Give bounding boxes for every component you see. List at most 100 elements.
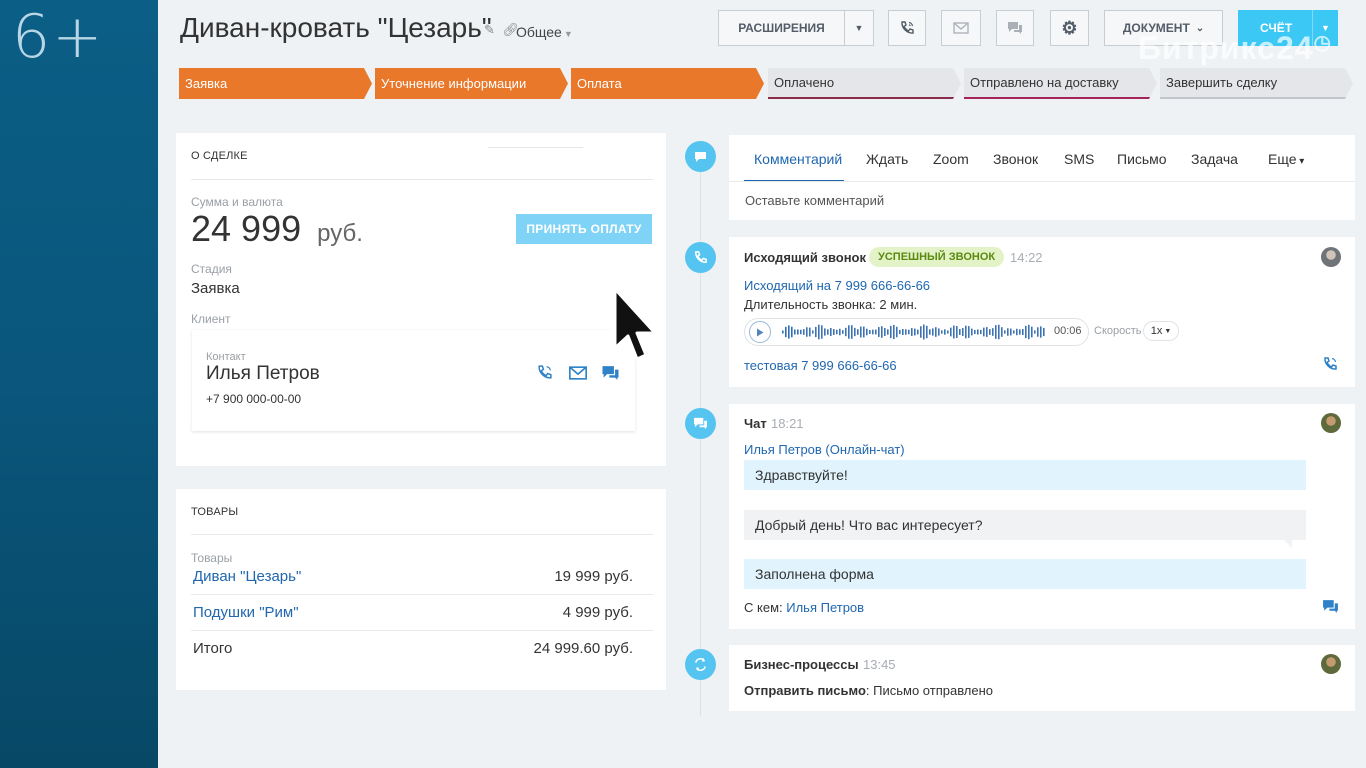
waveform-bar (878, 327, 880, 337)
stage-item[interactable]: Завершить сделку (1160, 68, 1353, 99)
waveform-bar (869, 330, 871, 334)
gear-icon: ⚙ (1061, 17, 1078, 38)
contact-call-icon[interactable] (536, 364, 553, 386)
tab-email[interactable]: Письмо (1117, 151, 1167, 167)
contact-chat-icon[interactable] (601, 365, 620, 386)
waveform-bar (881, 326, 883, 338)
waveform-bar (821, 325, 823, 339)
speed-selector[interactable]: 1x ▼ (1143, 321, 1179, 341)
waveform-bar (1040, 326, 1042, 338)
category-selector[interactable]: Общее ▼ (516, 24, 573, 40)
waveform-bar (860, 326, 862, 338)
tab-label: Комментарий (754, 151, 843, 167)
waveform-bar (872, 329, 874, 335)
audio-waveform[interactable] (782, 321, 1048, 343)
extensions-label: РАСШИРЕНИЯ (738, 21, 825, 35)
bp-time: 13:45 (863, 657, 896, 672)
stage-label: Стадия (191, 262, 232, 276)
product-name[interactable]: Диван "Цезарь" (193, 568, 301, 585)
tab-wait[interactable]: Ждать (866, 151, 908, 167)
divider (191, 179, 653, 180)
contact-name[interactable]: Илья Петров (206, 363, 320, 385)
stage-item[interactable]: Заявка (179, 68, 372, 99)
contact-phone: +7 900 000-00-00 (206, 392, 302, 406)
product-name[interactable]: Подушки "Рим" (193, 604, 299, 621)
bp-action-result: : Письмо отправлено (865, 683, 994, 698)
mouse-cursor-icon (613, 287, 657, 361)
settings-button[interactable]: ⚙ (1050, 10, 1089, 46)
bp-action: Отправить письмо: Письмо отправлено (744, 683, 993, 698)
waveform-bar (1037, 327, 1039, 337)
waveform-bar (947, 330, 949, 334)
stage-item[interactable]: Оплачено (768, 68, 961, 99)
goods-column-label: Товары (191, 551, 233, 565)
waveform-bar (1007, 328, 1009, 336)
avatar[interactable] (1321, 247, 1341, 267)
speed-label: Скорость (1094, 325, 1142, 337)
waveform-bar (800, 329, 802, 335)
age-rating-badge: 6+ (12, 2, 105, 72)
contact-email-icon[interactable] (568, 366, 588, 385)
extensions-button[interactable]: РАСШИРЕНИЯ (718, 10, 845, 46)
call-number-link[interactable]: Исходящий на 7 999 666-66-66 (744, 278, 930, 293)
stage-item[interactable]: Отправлено на доставку (964, 68, 1157, 99)
envelope-icon (953, 22, 969, 34)
comment-input[interactable]: Оставьте комментарий (745, 193, 884, 208)
play-button[interactable] (749, 321, 771, 343)
waveform-bar (815, 326, 817, 338)
call-button[interactable] (888, 10, 926, 46)
tab-task[interactable]: Задача (1191, 151, 1238, 167)
waveform-bar (1019, 329, 1021, 335)
avatar[interactable] (1321, 413, 1341, 433)
call-back-icon[interactable] (1322, 356, 1338, 377)
bubble-tail (1284, 540, 1292, 548)
avatar[interactable] (1321, 654, 1341, 674)
amount-label: Сумма и валюта (191, 195, 283, 209)
waveform-bar (923, 324, 925, 340)
waveform-bar (971, 328, 973, 336)
category-label: Общее (516, 24, 562, 40)
goods-heading: ТОВАРЫ (191, 506, 239, 518)
goods-card (176, 489, 666, 690)
waveform-bar (914, 328, 916, 336)
client-label: Клиент (191, 312, 231, 326)
chat-bubbles-icon (694, 417, 707, 430)
bp-action-label: Отправить письмо (744, 683, 866, 698)
tab-label: Ждать (866, 151, 909, 167)
waveform-bar (1031, 326, 1033, 338)
chat-source-link[interactable]: Илья Петров (Онлайн-чат) (744, 442, 905, 457)
tab-call[interactable]: Звонок (993, 151, 1038, 167)
tab-sms[interactable]: SMS (1064, 151, 1094, 167)
timeline-bp-dot (685, 649, 716, 680)
tab-comment[interactable]: Комментарий (754, 151, 842, 167)
email-button[interactable] (941, 10, 981, 46)
waveform-bar (899, 329, 901, 335)
chat-button[interactable] (996, 10, 1034, 46)
waveform-bar (968, 326, 970, 338)
stage-item[interactable]: Уточнение информации (375, 68, 568, 99)
waveform-bar (782, 330, 784, 334)
title-edit-tools[interactable]: ✎ 🔗︎ (484, 22, 519, 38)
phone-icon (538, 365, 552, 379)
open-chat-icon[interactable] (1322, 599, 1339, 619)
tab-label: Письмо (1117, 151, 1167, 167)
chat-with-name[interactable]: Илья Петров (786, 600, 864, 615)
extensions-dropdown-button[interactable]: ▼ (844, 10, 874, 46)
waveform-bar (1001, 327, 1003, 337)
waveform-bar (842, 330, 844, 334)
pencil-icon[interactable]: ✎ (484, 22, 495, 37)
player-time: 00:06 (1054, 325, 1082, 337)
heading-tab-line (488, 147, 583, 148)
accept-payment-button[interactable]: ПРИНЯТЬ ОПЛАТУ (516, 214, 652, 244)
divider (729, 181, 1355, 182)
process-icon (695, 657, 706, 672)
waveform-bar (1028, 324, 1030, 340)
brand-text: Битрикс24 (1138, 30, 1314, 66)
tab-more[interactable]: Еще ▾ (1268, 151, 1304, 167)
call-status-badge: УСПЕШНЫЙ ЗВОНОК (869, 247, 1005, 267)
stage-item[interactable]: Оплата (571, 68, 764, 99)
tab-zoom[interactable]: Zoom (933, 151, 969, 167)
call-contact-link[interactable]: тестовая 7 999 666-66-66 (744, 358, 897, 373)
waveform-bar (977, 329, 979, 335)
chat-message: Заполнена форма (744, 559, 1306, 589)
